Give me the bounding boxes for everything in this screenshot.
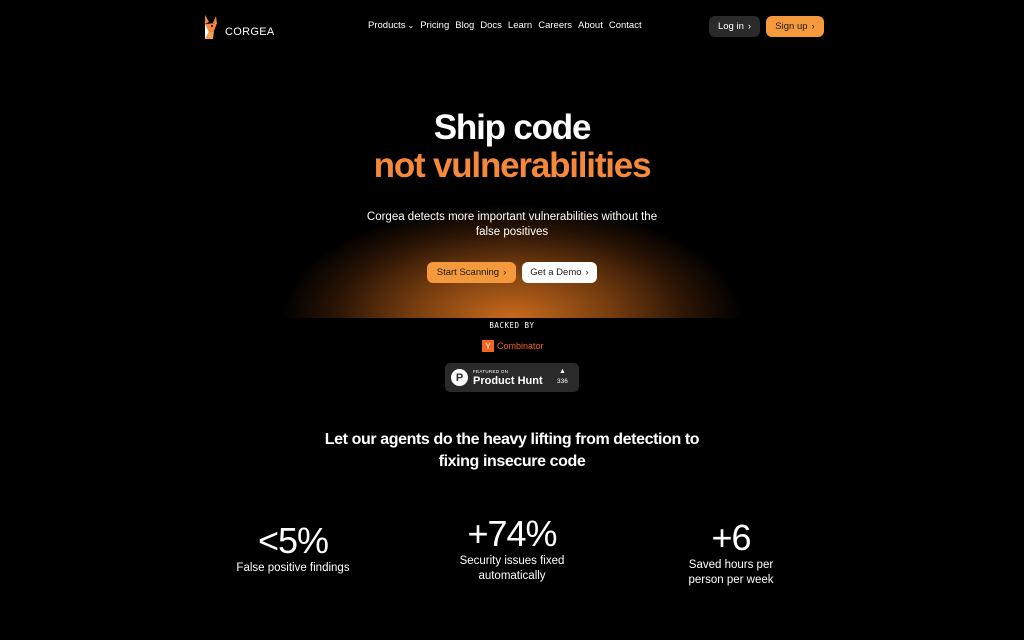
nav-learn[interactable]: Learn <box>508 20 532 31</box>
stat-false-positives: <5% False positive findings <box>213 521 373 576</box>
chevron-right-icon: › <box>503 267 507 278</box>
nav-links: Products ⌄ Pricing Blog Docs Learn Career… <box>368 20 642 31</box>
stat-label: Saved hours per person per week <box>688 559 774 586</box>
login-button[interactable]: Log in › <box>709 16 760 37</box>
chevron-down-icon: ⌄ <box>407 21 415 30</box>
chevron-right-icon: › <box>747 21 752 32</box>
fox-logo-icon <box>205 15 217 39</box>
hero-title: Ship code <box>433 108 592 147</box>
agents-heading: Let our agents do the heavy lifting from… <box>324 431 700 470</box>
get-demo-button[interactable]: Get a Demo › <box>522 262 597 283</box>
stat-value: +74% <box>467 513 557 554</box>
hero-subtitle: Corgea detects more important vulnerabil… <box>366 211 658 238</box>
signup-button[interactable]: Sign up › <box>766 16 824 37</box>
login-label: Log in <box>717 21 744 32</box>
nav-blog[interactable]: Blog <box>455 20 474 31</box>
nav-careers[interactable]: Careers <box>538 20 572 31</box>
top-nav: CORGEA Products ⌄ Pricing Blog Docs Learn… <box>0 0 1024 56</box>
brand-name: CORGEA <box>225 26 275 38</box>
nav-docs[interactable]: Docs <box>480 20 502 31</box>
start-scanning-label: Start Scanning <box>436 267 500 278</box>
signup-label: Sign up <box>775 21 808 32</box>
chevron-right-icon: › <box>585 267 589 278</box>
stat-value: +6 <box>711 517 751 558</box>
product-hunt-icon: P <box>451 369 468 386</box>
ycombinator-icon: Y <box>482 340 494 352</box>
ycombinator-logo[interactable]: Y Combinator <box>482 340 544 352</box>
backed-by-label: BACKED BY <box>489 321 535 330</box>
ycombinator-name: Combinator <box>497 341 544 351</box>
brand-logo[interactable]: CORGEA <box>203 15 274 39</box>
stat-security-issues: +74% Security issues fixed automatically <box>442 514 582 584</box>
nav-about[interactable]: About <box>578 20 603 31</box>
nav-products[interactable]: Products ⌄ <box>368 20 414 31</box>
chevron-right-icon: › <box>811 21 815 32</box>
stat-value: <5% <box>257 520 329 561</box>
start-scanning-button[interactable]: Start Scanning › <box>427 262 516 283</box>
stat-label: False positive findings <box>236 562 350 574</box>
product-hunt-badge[interactable]: P FEATURED ON Product Hunt ▲ 336 <box>445 363 579 392</box>
stat-label: Security issues fixed automatically <box>459 555 565 582</box>
upvote-count: 336 <box>557 378 568 385</box>
stat-saved-hours: +6 Saved hours per person per week <box>671 518 791 588</box>
upvote-icon: ▲ <box>559 368 566 375</box>
get-demo-label: Get a Demo <box>530 267 582 278</box>
nav-contact[interactable]: Contact <box>609 20 642 31</box>
product-hunt-name: Product Hunt <box>473 375 543 387</box>
product-hunt-featured: FEATURED ON <box>473 369 509 374</box>
hero-title-accent: not vulnerabilities <box>373 146 652 185</box>
nav-pricing[interactable]: Pricing <box>420 20 449 31</box>
